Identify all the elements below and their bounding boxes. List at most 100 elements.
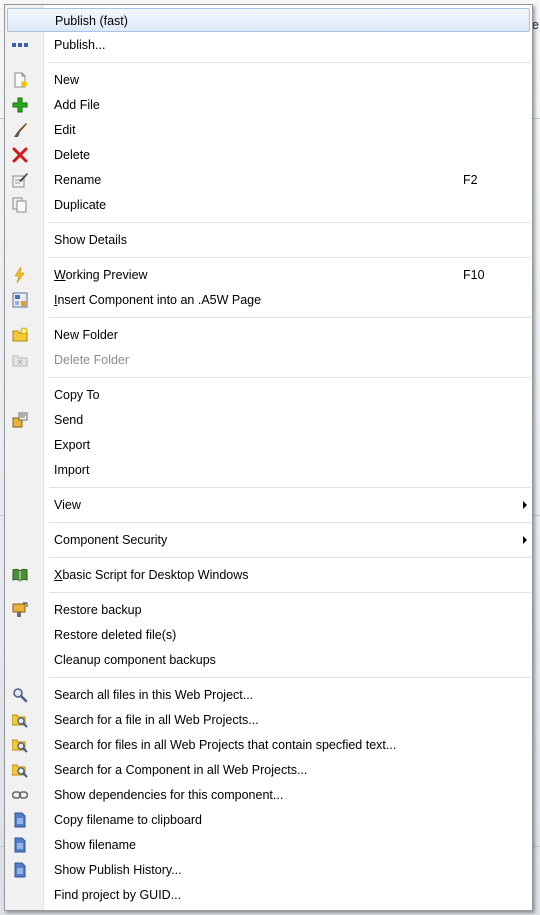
lightning-icon: [14, 267, 25, 283]
menu-item-show-publish-history[interactable]: Show Publish History...: [7, 858, 530, 882]
menu-separator: [49, 257, 531, 259]
menu-separator: [49, 522, 531, 524]
menu-item-label: Duplicate: [54, 198, 107, 212]
menu-item-delete[interactable]: Delete: [7, 143, 530, 167]
menu-item-label: Copy To: [54, 388, 100, 402]
menu-separator: [49, 487, 531, 489]
document-blue-icon: [14, 862, 26, 878]
menu-item-export[interactable]: Export: [7, 433, 530, 457]
folder-search-icon: [12, 739, 28, 753]
menu-item-add-file[interactable]: Add File: [7, 93, 530, 117]
menu-item-new[interactable]: New: [7, 68, 530, 92]
menu-item-label: Copy filename to clipboard: [54, 813, 202, 827]
menu-item-label: Xbasic Script for Desktop Windows: [54, 568, 249, 582]
menu-item-component-security[interactable]: Component Security: [7, 528, 530, 552]
menu-item-delete-folder[interactable]: Delete Folder: [7, 348, 530, 372]
shortcut-label: F10: [463, 268, 485, 282]
menu-separator: [49, 677, 531, 679]
menu-item-duplicate[interactable]: Duplicate: [7, 193, 530, 217]
new-folder-icon: [12, 327, 28, 342]
menu-item-restore-backup[interactable]: Restore backup: [7, 598, 530, 622]
menu-item-search-component[interactable]: Search for a Component in all Web Projec…: [7, 758, 530, 782]
menu-item-label: Publish...: [54, 38, 106, 52]
submenu-arrow-icon: [523, 536, 527, 544]
document-blue-icon: [14, 812, 26, 828]
menu-item-label: Delete Folder: [54, 353, 130, 367]
insert-component-icon: [12, 292, 28, 308]
document-blue-icon: [14, 837, 26, 853]
menu-item-search-text[interactable]: Search for files in all Web Projects tha…: [7, 733, 530, 757]
menu-item-cleanup-backups[interactable]: Cleanup component backups: [7, 648, 530, 672]
menu-item-label: Cleanup component backups: [54, 653, 216, 667]
add-plus-icon: [12, 97, 28, 113]
menu-item-publish-fast[interactable]: Publish (fast): [7, 8, 530, 32]
menu-item-label: View: [54, 498, 81, 512]
menu-item-label: Send: [54, 413, 84, 427]
menu-item-label: Search for a file in all Web Projects...: [54, 713, 259, 727]
menu-item-working-preview[interactable]: Working Preview F10: [7, 263, 530, 287]
menu-item-label: Publish (fast): [55, 14, 128, 28]
menu-item-import[interactable]: Import: [7, 458, 530, 482]
menu-item-label: Search for files in all Web Projects tha…: [54, 738, 397, 752]
delete-folder-icon: [12, 355, 28, 367]
menu-item-label: Find project by GUID...: [54, 888, 182, 902]
menu-item-label: Rename: [54, 173, 102, 187]
menu-item-send[interactable]: Send: [7, 408, 530, 432]
menu-separator: [49, 592, 531, 594]
submenu-arrow-icon: [523, 501, 527, 509]
menu-item-xbasic-script[interactable]: Xbasic Script for Desktop Windows: [7, 563, 530, 587]
menu-separator: [49, 557, 531, 559]
menu-item-label: Delete: [54, 148, 91, 162]
menu-item-label: Insert Component into an .A5W Page: [54, 293, 262, 307]
menu-item-label: Show Details: [54, 233, 127, 247]
restore-icon: [12, 602, 28, 617]
menu-item-label: Restore deleted file(s): [54, 628, 177, 642]
book-icon: [12, 568, 28, 582]
duplicate-icon: [12, 197, 27, 213]
menu-item-label: Component Security: [54, 533, 168, 547]
send-icon: [12, 412, 28, 428]
publish-dots-icon: [12, 43, 28, 47]
menu-item-copy-to[interactable]: Copy To: [7, 383, 530, 407]
chain-link-icon: [12, 791, 28, 799]
menu-item-new-folder[interactable]: New Folder: [7, 323, 530, 347]
menu-item-rename[interactable]: Rename F2: [7, 168, 530, 192]
context-menu: Publish (fast) Publish... New Add File E…: [4, 4, 533, 911]
menu-item-view[interactable]: View: [7, 493, 530, 517]
menu-separator: [49, 62, 531, 64]
menu-item-edit[interactable]: Edit: [7, 118, 530, 142]
menu-item-label: New: [54, 73, 80, 87]
edit-brush-icon: [14, 123, 27, 137]
menu-item-search-file[interactable]: Search for a file in all Web Projects...: [7, 708, 530, 732]
menu-item-insert-component[interactable]: Insert Component into an .A5W Page: [7, 288, 530, 312]
menu-item-publish[interactable]: Publish...: [7, 33, 530, 57]
menu-item-label: Edit: [54, 123, 76, 137]
delete-x-icon: [12, 147, 28, 163]
menu-item-label: Show Publish History...: [54, 863, 182, 877]
folder-search-icon: [12, 764, 28, 778]
rename-icon: [12, 173, 28, 188]
menu-item-label: Search all files in this Web Project...: [54, 688, 254, 702]
menu-separator: [49, 317, 531, 319]
menu-item-restore-deleted[interactable]: Restore deleted file(s): [7, 623, 530, 647]
menu-item-show-dependencies[interactable]: Show dependencies for this component...: [7, 783, 530, 807]
menu-item-show-filename[interactable]: Show filename: [7, 833, 530, 857]
menu-separator: [49, 377, 531, 379]
menu-item-label: Show filename: [54, 838, 136, 852]
magnifier-icon: [13, 688, 28, 703]
menu-item-find-project-guid[interactable]: Find project by GUID...: [7, 883, 530, 907]
new-document-icon: [14, 72, 27, 88]
menu-item-copy-filename[interactable]: Copy filename to clipboard: [7, 808, 530, 832]
menu-item-label: Working Preview: [54, 268, 148, 282]
menu-item-label: Search for a Component in all Web Projec…: [54, 763, 308, 777]
menu-item-label: Add File: [54, 98, 100, 112]
menu-item-show-details[interactable]: Show Details: [7, 228, 530, 252]
menu-item-label: Export: [54, 438, 91, 452]
menu-item-label: Restore backup: [54, 603, 142, 617]
menu-item-label: New Folder: [54, 328, 118, 342]
menu-separator: [49, 222, 531, 224]
menu-item-label: Import: [54, 463, 90, 477]
menu-item-search-all-files[interactable]: Search all files in this Web Project...: [7, 683, 530, 707]
shortcut-label: F2: [463, 173, 478, 187]
folder-search-icon: [12, 714, 28, 728]
